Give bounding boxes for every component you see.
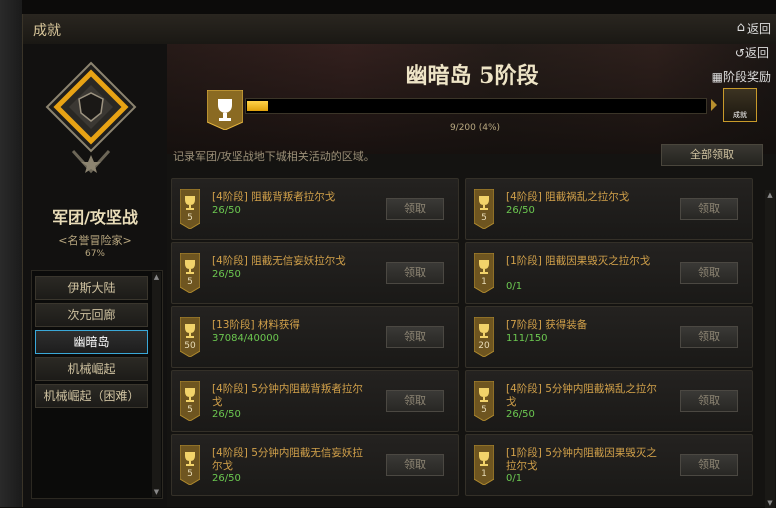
trophy-icon [474, 381, 494, 421]
trophy-icon [180, 317, 200, 357]
trophy-icon [180, 253, 200, 293]
reward-chest-icon[interactable]: 成就 [723, 88, 757, 122]
guild-rank-title: <名誉冒险家> [58, 234, 132, 247]
achievement-title: [4阶段] 阻截无信妄妖拉尔戈 [212, 255, 346, 267]
achievement-progress: 26/50 [212, 409, 241, 420]
guild-name: 军团/攻坚战 [52, 208, 138, 227]
stage-reward-label: 阶段奖励 [722, 70, 771, 84]
achievement-progress: 0/1 [506, 281, 523, 292]
trophy-icon [474, 317, 494, 357]
achievement-title: [4阶段] 5分钟内阻截祸乱之拉尔戈 [506, 383, 657, 408]
claim-button[interactable]: 领取 [680, 198, 738, 220]
achievement-title: [1阶段] 5分钟内阻截因果毁灭之拉尔戈 [506, 447, 657, 472]
stage-progress-text: 9/200 (4%) [449, 123, 501, 133]
achievement-card-grid: 5 [4阶段] 阻截背叛者拉尔戈 26/50 领取 5 [4阶段] 阻截祸乱之拉尔戈 26/… [171, 174, 765, 506]
stage-progress-bar [245, 98, 707, 114]
achievement-progress: 26/50 [212, 205, 241, 216]
left-panel: 军团/攻坚战 <名誉冒险家> 67% 伊斯大陆 次元回廊 幽暗岛 机械崛起 机械… [23, 44, 167, 507]
trophy-icon [474, 253, 494, 293]
achievement-card: 5 [4阶段] 阻截祸乱之拉尔戈 26/50 领取 [465, 178, 753, 240]
achievement-progress: 37084/40000 [212, 333, 279, 344]
scroll-down-icon[interactable]: ▼ [152, 487, 161, 497]
achievement-card: 1 [1阶段] 5分钟内阻截因果毁灭之拉尔戈 0/1 领取 [465, 434, 753, 496]
trophy-icon [474, 189, 494, 229]
claim-button[interactable]: 领取 [680, 262, 738, 284]
stage-description: 记录军团/攻坚战地下城相关活动的区域。 [173, 150, 375, 163]
stage-back-button[interactable]: ↺返回 [735, 44, 769, 61]
guild-emblem-icon [45, 61, 137, 174]
scroll-up-icon[interactable]: ▲ [152, 272, 161, 282]
background-top-strip [22, 0, 776, 14]
close-back-button[interactable]: 返回 [747, 20, 771, 37]
achievement-card: 20 [7阶段] 获得装备 111/150 领取 [465, 306, 753, 368]
achievement-title: [4阶段] 5分钟内阻截背叛者拉尔戈 [212, 383, 363, 408]
achievement-card: 5 [4阶段] 5分钟内阻截祸乱之拉尔戈 26/50 领取 [465, 370, 753, 432]
achievement-card: 5 [4阶段] 阻截无信妄妖拉尔戈 26/50 领取 [171, 242, 459, 304]
region-item-machine-rise-hard[interactable]: 机械崛起（困难） [35, 384, 148, 408]
stage-progress-fill [247, 101, 268, 111]
region-item-dimension-corridor[interactable]: 次元回廊 [35, 303, 148, 327]
background-game-strip [0, 0, 22, 507]
trophy-icon [474, 445, 494, 485]
trophy-icon [180, 189, 200, 229]
achievement-card: 1 [1阶段] 阻截因果毁灭之拉尔戈 0/1 领取 [465, 242, 753, 304]
region-item-isys[interactable]: 伊斯大陆 [35, 276, 148, 300]
grid-icon: ▦ [711, 70, 723, 84]
window-title: 成就 [33, 23, 61, 39]
achievement-title: [13阶段] 材料获得 [212, 319, 300, 331]
progress-arrow-icon [711, 99, 717, 111]
achievement-progress: 26/50 [212, 269, 241, 280]
scroll-up-icon[interactable]: ▲ [765, 190, 775, 200]
trophy-icon [180, 445, 200, 485]
region-item-machine-rise[interactable]: 机械崛起 [35, 357, 148, 381]
achievement-progress: 26/50 [212, 473, 241, 484]
region-item-dark-island[interactable]: 幽暗岛 [35, 330, 148, 354]
claim-button[interactable]: 领取 [680, 326, 738, 348]
claim-button[interactable]: 领取 [386, 198, 444, 220]
achievement-window: 成就 ⌂ 返回 军团/攻坚战 <名誉冒险家> 67% 伊斯大陆 次元回廊 幽暗岛… [22, 14, 776, 508]
claim-button[interactable]: 领取 [386, 390, 444, 412]
claim-button[interactable]: 领取 [680, 390, 738, 412]
region-list-scrollbar[interactable]: ▲ ▼ [152, 272, 161, 497]
achievement-title: [4阶段] 阻截祸乱之拉尔戈 [506, 191, 630, 203]
achievement-progress: 26/50 [506, 409, 535, 420]
region-list: 伊斯大陆 次元回廊 幽暗岛 机械崛起 机械崛起（困难） ▲ ▼ [31, 270, 163, 499]
achievement-title: [7阶段] 获得装备 [506, 319, 588, 331]
achievement-card: 5 [4阶段] 5分钟内阻截无信妄妖拉尔戈 26/50 领取 [171, 434, 459, 496]
title-bar: 成就 ⌂ 返回 [23, 14, 776, 45]
claim-button[interactable]: 领取 [680, 454, 738, 476]
achievement-list-scrollbar[interactable]: ▲ ▼ [765, 190, 775, 508]
main-panel: 幽暗岛 5阶段 ↺返回 ▦阶段奖励 成就 9/200 (4%) 记录军团/攻坚战… [167, 44, 776, 508]
trophy-icon [180, 381, 200, 421]
achievement-progress: 0/1 [506, 473, 523, 484]
trophy-icon [207, 90, 243, 130]
stage-reward-button[interactable]: ▦阶段奖励 [712, 68, 771, 85]
achievement-progress: 26/50 [506, 205, 535, 216]
claim-button[interactable]: 领取 [386, 326, 444, 348]
achievement-card: 50 [13阶段] 材料获得 37084/40000 领取 [171, 306, 459, 368]
claim-button[interactable]: 领取 [386, 262, 444, 284]
home-icon[interactable]: ⌂ [737, 20, 745, 35]
stage-title: 幽暗岛 5阶段 [405, 63, 539, 89]
claim-button[interactable]: 领取 [386, 454, 444, 476]
achievement-title: [1阶段] 阻截因果毁灭之拉尔戈 [506, 255, 651, 267]
achievement-card: 5 [4阶段] 阻截背叛者拉尔戈 26/50 领取 [171, 178, 459, 240]
guild-completion-percent: 67% [84, 249, 105, 259]
undo-icon: ↺ [734, 46, 745, 60]
achievement-title: [4阶段] 5分钟内阻截无信妄妖拉尔戈 [212, 447, 363, 472]
achievement-progress: 111/150 [506, 333, 548, 344]
claim-all-button[interactable]: 全部领取 [661, 144, 763, 166]
achievement-title: [4阶段] 阻截背叛者拉尔戈 [212, 191, 336, 203]
stage-back-label: 返回 [744, 46, 769, 60]
chest-label: 成就 [733, 111, 747, 119]
achievement-card: 5 [4阶段] 5分钟内阻截背叛者拉尔戈 26/50 领取 [171, 370, 459, 432]
